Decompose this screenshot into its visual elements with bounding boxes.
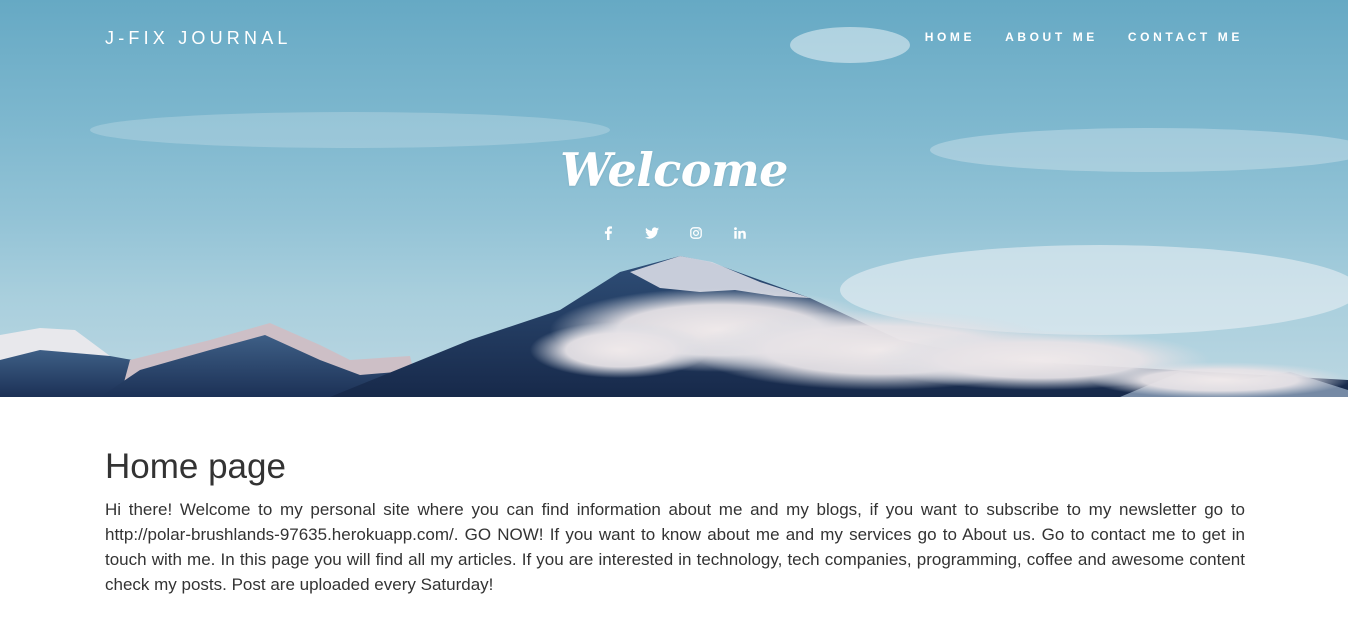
- hero-title: Welcome: [560, 143, 788, 197]
- main-nav: HOME ABOUT ME CONTACT ME: [895, 30, 1243, 44]
- linkedin-link[interactable]: [728, 226, 752, 244]
- twitter-link[interactable]: [640, 226, 664, 244]
- nav-link-about-me[interactable]: ABOUT ME: [1005, 30, 1098, 44]
- twitter-icon: [645, 227, 659, 239]
- linkedin-icon: [734, 227, 746, 239]
- hero-banner: J-FIX JOURNAL HOME ABOUT ME CONTACT ME W…: [0, 0, 1348, 397]
- site-logo-link[interactable]: J-FIX JOURNAL: [105, 28, 292, 49]
- nav-link-contact-me[interactable]: CONTACT ME: [1128, 30, 1243, 44]
- social-links: [0, 226, 1348, 244]
- page-title: Home page: [105, 447, 286, 486]
- main-content: Home page Hi there! Welcome to my person…: [105, 447, 1245, 597]
- instagram-link[interactable]: [684, 226, 708, 244]
- intro-paragraph: Hi there! Welcome to my personal site wh…: [105, 500, 1245, 594]
- facebook-link[interactable]: [596, 226, 620, 244]
- facebook-icon: [604, 226, 612, 240]
- instagram-icon: [690, 227, 702, 239]
- nav-link-home[interactable]: HOME: [925, 30, 975, 44]
- mountain-background-image: [0, 27, 1348, 397]
